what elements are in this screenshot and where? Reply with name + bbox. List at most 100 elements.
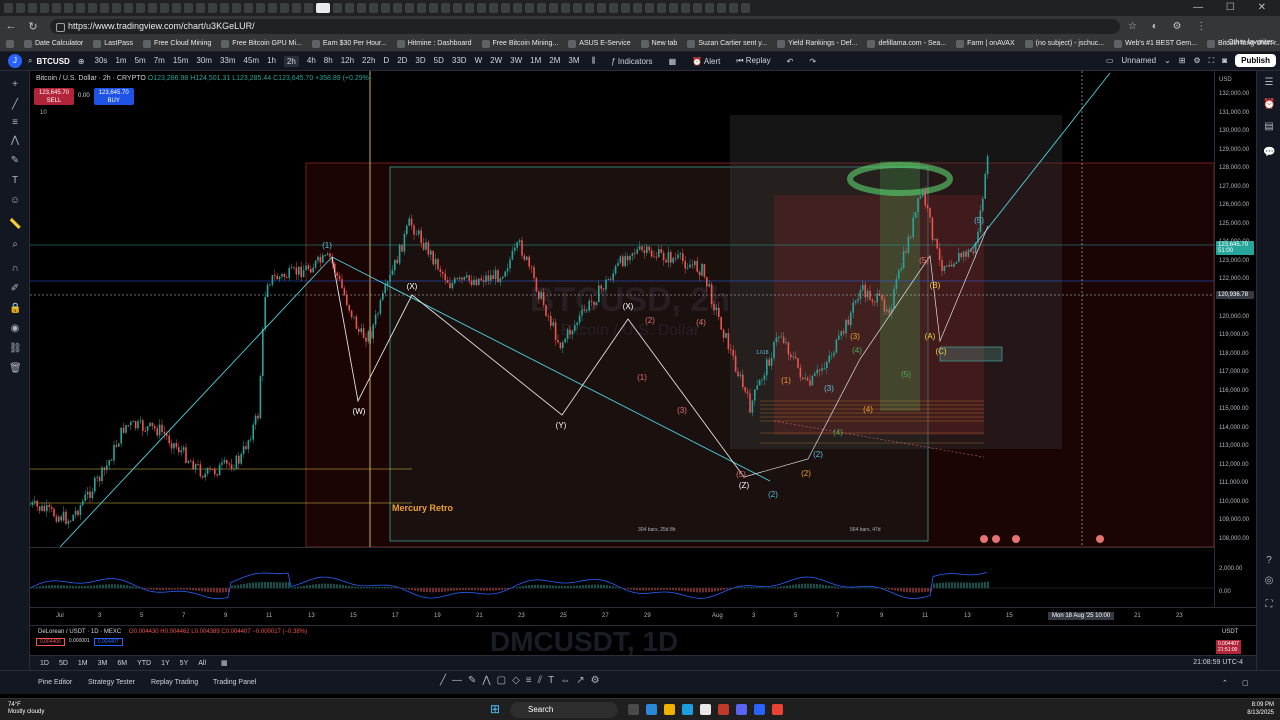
browser-tab[interactable]	[441, 3, 450, 13]
weather-widget[interactable]: 74°F Mostly cloudy	[8, 702, 44, 716]
browser-tab[interactable]	[381, 3, 390, 13]
browser-tab[interactable]	[585, 3, 594, 13]
browser-tab[interactable]	[184, 3, 193, 13]
browser-tab[interactable]	[525, 3, 534, 13]
bookmark-item[interactable]: Earn $30 Per Hour...	[311, 39, 387, 48]
browser-tab[interactable]	[537, 3, 546, 13]
oscillator-pane[interactable]	[30, 547, 1214, 607]
interval-2h[interactable]: 2h	[283, 55, 299, 67]
replay-button[interactable]: ⏮ Replay	[736, 56, 770, 66]
interval-30s[interactable]: 30s	[95, 56, 108, 67]
second-chart-pane[interactable]: DMCUSDT, 1D DeLorean / USDT · 1D · MEXC …	[30, 625, 1256, 655]
browser-tab[interactable]	[268, 3, 277, 13]
measure-icon[interactable]: ⇔	[560, 675, 570, 686]
emoji-icon[interactable]: ☺	[9, 195, 21, 207]
browser-tab[interactable]	[112, 3, 121, 13]
interval-D[interactable]: D	[383, 56, 389, 67]
trash-icon[interactable]: 🗑	[9, 363, 22, 375]
bookmark-item[interactable]: Date Calculator	[24, 39, 83, 48]
browser-tab[interactable]	[316, 3, 330, 13]
wave-label[interactable]: (X)	[407, 282, 418, 291]
pane2-buy[interactable]: 0.004407	[93, 638, 123, 646]
browser-tab[interactable]	[88, 3, 97, 13]
wave-label[interactable]: (4)	[852, 346, 862, 355]
browser-tab[interactable]	[477, 3, 486, 13]
wave-label[interactable]: (B)	[930, 281, 941, 290]
interval-4h[interactable]: 4h	[307, 56, 316, 67]
browser-tab[interactable]	[705, 3, 714, 13]
wave-label[interactable]: (5)	[736, 470, 746, 479]
fib-icon[interactable]: ≡	[9, 117, 21, 129]
interval-33m[interactable]: 33m	[220, 56, 236, 67]
text-icon[interactable]: T	[9, 175, 21, 187]
brush-icon[interactable]: ✎	[9, 155, 21, 167]
bookmark-item[interactable]: Yield Rankings - Def...	[777, 39, 857, 48]
polyline-icon[interactable]: ◇	[512, 675, 520, 686]
browser-tab[interactable]	[465, 3, 474, 13]
chevron-down-icon[interactable]: ⌄	[1164, 56, 1171, 65]
browser-tab[interactable]	[16, 3, 25, 13]
browser-tab[interactable]	[597, 3, 606, 13]
browser-tab[interactable]	[292, 3, 301, 13]
extensions-icons[interactable]: ☆ ◐ ⚙ ⋮	[1128, 21, 1212, 32]
brush-tool-icon[interactable]: ✎	[468, 675, 476, 686]
taskbar-search[interactable]: Search	[510, 702, 618, 718]
eye-icon[interactable]: ◉	[9, 323, 21, 335]
browser-tab[interactable]	[681, 3, 690, 13]
interval-3M[interactable]: 3M	[568, 56, 579, 67]
wave-label[interactable]: (C)	[935, 347, 946, 356]
interval-30m[interactable]: 30m	[196, 56, 212, 67]
indicator-count[interactable]: 10	[40, 110, 47, 116]
browser-tab[interactable]	[172, 3, 181, 13]
bookmark-item[interactable]: New tab	[640, 39, 677, 48]
templates-icon[interactable]: ▦	[669, 57, 677, 66]
interval-45m[interactable]: 45m	[244, 56, 260, 67]
bookmark-item[interactable]: Free Bitcoin Mining...	[481, 39, 558, 48]
range-YTD[interactable]: YTD	[137, 660, 151, 667]
wave-label[interactable]: (A)	[925, 332, 936, 341]
browser-tab[interactable]	[232, 3, 241, 13]
alerts-icon[interactable]: ⏰	[1263, 99, 1275, 111]
other-favorites[interactable]: Other favorites	[1228, 39, 1274, 46]
browser-tab[interactable]	[28, 3, 37, 13]
bookmark-item[interactable]: Free Cloud Mining	[143, 39, 211, 48]
wave-label[interactable]: (2)	[801, 469, 811, 478]
browser-tab[interactable]	[357, 3, 366, 13]
add-symbol-icon[interactable]: ⊕	[78, 57, 85, 66]
chart-canvas[interactable]: BTCUSD, 2h Bitcoin / U.S. Dollar (1)(W)(…	[30, 71, 1214, 547]
camera-icon[interactable]: ◙	[1222, 56, 1227, 65]
wave-label[interactable]: (4)	[833, 428, 843, 437]
alert-button[interactable]: ⏰ Alert	[692, 57, 720, 66]
browser-tab[interactable]	[693, 3, 702, 13]
browser-tab[interactable]	[393, 3, 402, 13]
path-tool-icon[interactable]: ⋀	[482, 675, 490, 686]
channel-icon[interactable]: ⫽	[538, 675, 542, 686]
grid-layout-icon[interactable]: ⊞	[1179, 56, 1186, 65]
browser-tab[interactable]	[561, 3, 570, 13]
browser-tab[interactable]	[52, 3, 61, 13]
wave-label[interactable]: (1)	[637, 373, 647, 382]
ideas-icon[interactable]: ◎	[1263, 575, 1275, 587]
range-1Y[interactable]: 1Y	[161, 660, 170, 667]
legend-title[interactable]: Bitcoin / U.S. Dollar · 2h · CRYPTO	[36, 75, 146, 82]
expand-icon[interactable]: ⛶	[1263, 599, 1275, 611]
browser-tab[interactable]	[513, 3, 522, 13]
bookmark-item[interactable]: defillama.com - Sea...	[867, 39, 946, 48]
range-1D[interactable]: 1D	[40, 660, 49, 667]
interval-1m[interactable]: 1m	[115, 56, 126, 67]
browser-tab[interactable]	[64, 3, 73, 13]
browser-tab[interactable]	[573, 3, 582, 13]
pattern-icon[interactable]: ⋀	[9, 135, 21, 147]
browser-tab[interactable]	[76, 3, 85, 13]
price-scale[interactable]: USD 132,000.00 131,000.00 130,000.00 129,00…	[1214, 71, 1256, 607]
browser-tab[interactable]	[345, 3, 354, 13]
browser-tab[interactable]	[489, 3, 498, 13]
time-axis[interactable]: Jul 3 5 7 9 11 13 15 17 19 21 23 25 27 29 Aug 3 5 7 9 11 13 15…	[30, 607, 1256, 625]
trendline[interactable]	[59, 256, 333, 547]
browser-tab[interactable]	[333, 3, 342, 13]
fullscreen-icon[interactable]: ⛶	[1209, 56, 1215, 66]
wave-label[interactable]: (Y)	[556, 421, 567, 430]
discord-icon[interactable]	[736, 704, 747, 715]
browser-tab[interactable]	[208, 3, 217, 13]
back-icon[interactable]: ←	[0, 20, 22, 32]
